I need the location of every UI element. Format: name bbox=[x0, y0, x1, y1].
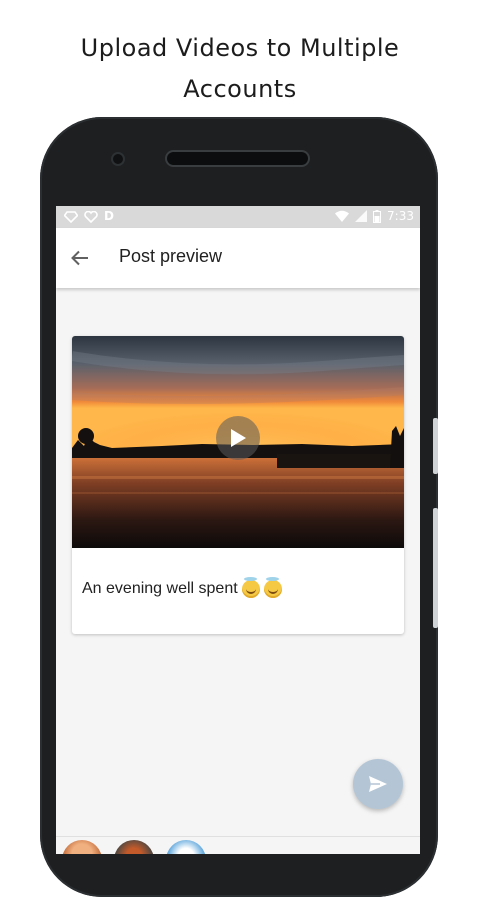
phone-volume-button bbox=[433, 418, 438, 474]
post-caption: An evening well spent bbox=[82, 577, 282, 598]
promo-heading: Upload Videos to Multiple Accounts bbox=[0, 28, 480, 110]
caption-text: An evening well spent bbox=[82, 580, 238, 597]
earpiece-speaker bbox=[167, 152, 308, 165]
send-icon bbox=[369, 776, 387, 792]
front-camera bbox=[113, 154, 123, 164]
send-button[interactable] bbox=[353, 759, 403, 809]
status-bar: D 7:33 bbox=[56, 206, 420, 228]
arrow-left-icon bbox=[71, 250, 88, 266]
promo-line-1: Upload Videos to Multiple bbox=[80, 34, 400, 62]
video-thumbnail[interactable] bbox=[72, 336, 404, 548]
diamond-icon bbox=[64, 210, 78, 223]
d-icon: D bbox=[104, 209, 114, 223]
back-button[interactable] bbox=[66, 244, 94, 272]
app-screen: D 7:33 Post preview An evening well spen… bbox=[56, 206, 420, 854]
account-avatar-1[interactable] bbox=[62, 840, 102, 854]
post-preview-card: An evening well spent bbox=[72, 336, 404, 634]
smiling-face-with-halo-icon bbox=[241, 577, 260, 598]
play-button[interactable] bbox=[216, 416, 260, 460]
battery-icon bbox=[373, 209, 382, 223]
account-avatar-2[interactable] bbox=[114, 840, 154, 854]
app-bar: Post preview bbox=[56, 228, 420, 288]
bottom-divider bbox=[56, 836, 420, 837]
heart-icon bbox=[84, 210, 98, 223]
promo-line-2: Accounts bbox=[183, 75, 297, 103]
page-title: Post preview bbox=[119, 246, 223, 266]
signal-icon bbox=[355, 210, 368, 222]
phone-power-button bbox=[433, 508, 438, 628]
play-icon bbox=[231, 429, 246, 447]
status-time: 7:33 bbox=[387, 209, 414, 223]
smiling-face-with-halo-icon bbox=[263, 577, 282, 598]
wifi-icon bbox=[335, 210, 350, 222]
account-avatar-3[interactable] bbox=[166, 840, 206, 854]
